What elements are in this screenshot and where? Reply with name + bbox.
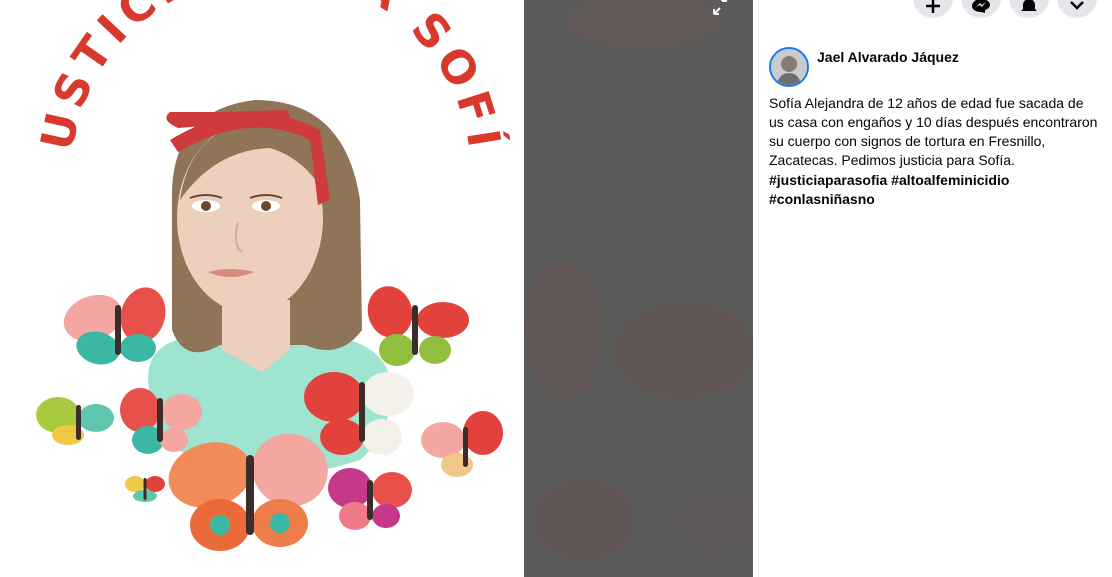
account-button[interactable] [1057,0,1097,18]
chevron-down-icon [1070,1,1084,10]
butterfly [328,468,412,530]
blurred-background [524,0,753,577]
butterfly [421,411,503,477]
photo-viewer: ¡JUSTICIA PARA SOFÍA! [0,0,753,577]
create-button[interactable] [913,0,953,18]
bell-icon [1021,0,1037,11]
hashtag-link[interactable]: #conlasniñasno [769,191,875,207]
avatar[interactable] [769,47,809,87]
post-text: Sofía Alejandra de 12 años de edad fue s… [769,95,1098,168]
justice-artwork: ¡JUSTICIA PARA SOFÍA! [0,0,506,551]
hashtag-link[interactable]: #altoalfeminicidio [891,172,1009,188]
author-name[interactable]: Jael Alvarado Jáquez [817,49,959,65]
messenger-icon [972,0,990,13]
hashtag-link[interactable]: #justiciaparasofia [769,172,887,188]
hashtags: #justiciaparasofia #altoalfeminicidio #c… [769,171,1099,209]
butterfly [36,397,114,445]
post-panel: Jael Alvarado Jáquez Sofía Alejandra de … [753,0,1112,577]
butterfly [125,476,165,502]
blur-texture [524,0,753,560]
left-pupil [201,201,211,211]
plus-icon [926,0,940,13]
messenger-button[interactable] [961,0,1001,18]
avatar-image [771,49,807,85]
notifications-button[interactable] [1009,0,1049,18]
post-image: ¡JUSTICIA PARA SOFÍA! [0,0,524,577]
collapse-arrows-icon[interactable] [706,0,730,18]
right-pupil [261,201,271,211]
butterfly [367,286,469,366]
